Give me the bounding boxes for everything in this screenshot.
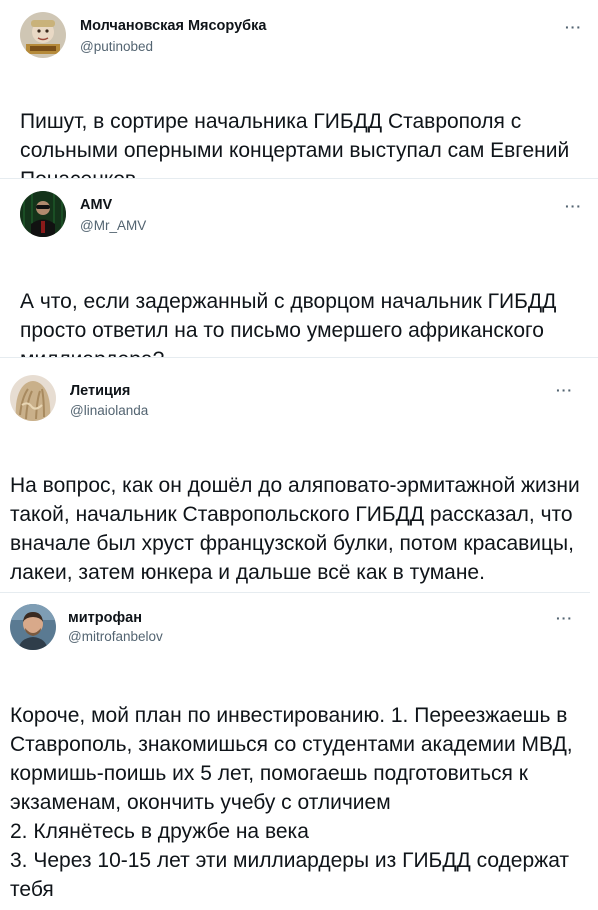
tweet-card[interactable]: Летиция @linaiolanda ··· На вопрос, как … xyxy=(0,358,598,592)
author-name[interactable]: AMV xyxy=(80,197,112,213)
more-options-button[interactable]: ··· xyxy=(565,20,582,34)
more-options-button[interactable]: ··· xyxy=(565,199,582,213)
author-name[interactable]: Молчановская Мясорубка xyxy=(80,18,266,34)
author-handle[interactable]: @Mr_AMV xyxy=(80,218,146,233)
author-handle[interactable]: @mitrofanbelov xyxy=(68,629,163,644)
tweet-card[interactable]: AMV @Mr_AMV ··· А что, если задержанный … xyxy=(0,179,598,426)
tweet-text: Короче, мой план по инвестированию. 1. П… xyxy=(10,672,585,904)
tweet-text: На вопрос, как он дошёл до аляповато-эрм… xyxy=(10,442,580,587)
author-handle[interactable]: @linaiolanda xyxy=(70,403,148,418)
more-options-button[interactable]: ··· xyxy=(556,383,573,397)
avatar[interactable] xyxy=(10,375,56,421)
avatar[interactable] xyxy=(20,12,66,58)
author-handle[interactable]: @putinobed xyxy=(80,39,153,54)
author-name[interactable]: Летиция xyxy=(70,383,130,399)
more-options-button[interactable]: ··· xyxy=(556,611,573,625)
tweet-card[interactable]: митрофан @mitrofanbelov ··· Короче, мой … xyxy=(0,593,598,910)
author-name[interactable]: митрофан xyxy=(68,610,142,626)
tweet-card[interactable]: Молчановская Мясорубка @putinobed ··· Пи… xyxy=(0,0,598,243)
avatar[interactable] xyxy=(10,604,56,650)
tweet-text-content: На вопрос, как он дошёл до аляповато-эрм… xyxy=(10,474,580,584)
tweet-text-content: Короче, мой план по инвестированию. 1. П… xyxy=(10,704,573,901)
avatar[interactable] xyxy=(20,191,66,237)
